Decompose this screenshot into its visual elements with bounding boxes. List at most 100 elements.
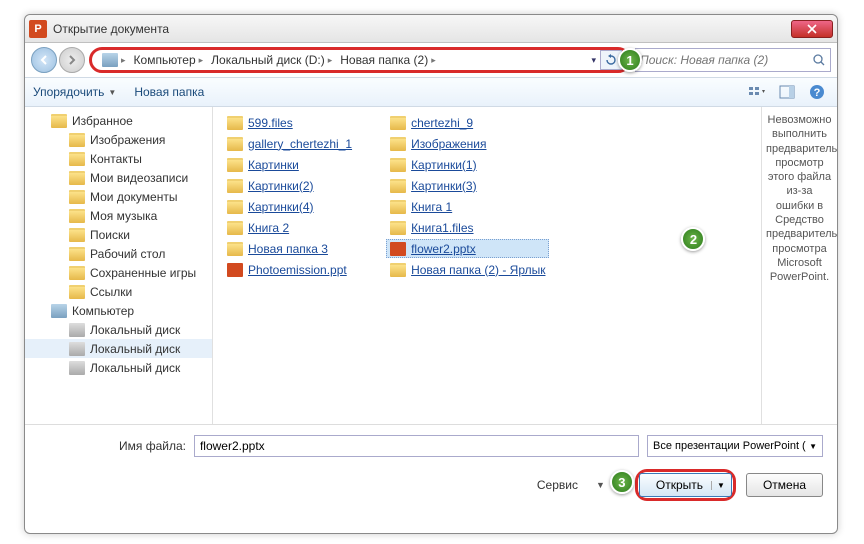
file-label: Картинки(4) — [248, 200, 314, 214]
chevron-down-icon: ▼ — [809, 442, 817, 451]
back-button[interactable] — [31, 47, 57, 73]
app-icon: P — [29, 20, 47, 38]
file-item[interactable]: Картинки(2) — [223, 176, 356, 195]
chevron-right-icon: ▸ — [121, 55, 126, 66]
folder-icon — [227, 242, 243, 256]
toolbar: Упорядочить ▼ Новая папка ? — [25, 77, 837, 107]
sidebar-item-label: Поиски — [90, 228, 130, 242]
breadcrumb-seg-1[interactable]: Локальный диск (D:)▸ — [207, 53, 336, 67]
filename-label: Имя файла: — [119, 439, 186, 453]
file-item[interactable]: gallery_chertezhi_1 — [223, 134, 356, 153]
file-label: Картинки(1) — [411, 158, 477, 172]
file-item[interactable]: chertezhi_9 — [386, 113, 549, 132]
folder-icon — [390, 137, 406, 151]
search-input[interactable] — [640, 53, 812, 67]
file-item[interactable]: Картинки — [223, 155, 356, 174]
shortcut-icon — [390, 263, 406, 277]
address-bar[interactable]: ▸ Компьютер▸ Локальный диск (D:)▸ Новая … — [89, 47, 631, 73]
new-folder-button[interactable]: Новая папка — [134, 85, 204, 99]
nav-buttons — [31, 47, 85, 73]
preview-pane-button[interactable] — [775, 81, 799, 103]
open-button[interactable]: Открыть ▼ — [639, 473, 732, 497]
chevron-down-icon: ▼ — [596, 480, 605, 490]
filetype-dropdown[interactable]: Все презентации PowerPoint ( ▼ — [647, 435, 823, 457]
folder-icon — [69, 133, 85, 147]
folder-icon — [390, 158, 406, 172]
sidebar-item[interactable]: Мои документы — [25, 187, 212, 206]
file-item[interactable]: Книга 1 — [386, 197, 549, 216]
folder-icon — [390, 179, 406, 193]
sidebar[interactable]: Избранное Изображения Контакты Мои видеозап… — [25, 107, 213, 424]
breadcrumb-seg-2[interactable]: Новая папка (2)▸ — [336, 53, 439, 67]
file-label: Photoemission.ppt — [248, 263, 347, 277]
folder-icon — [69, 171, 85, 185]
ppt-icon — [227, 263, 243, 277]
sidebar-item[interactable]: Ссылки — [25, 282, 212, 301]
file-label: Картинки(2) — [248, 179, 314, 193]
folder-icon — [69, 266, 85, 280]
titlebar: P Открытие документа — [25, 15, 837, 43]
file-item[interactable]: 599.files — [223, 113, 356, 132]
help-icon: ? — [809, 84, 825, 100]
organize-menu[interactable]: Упорядочить ▼ — [33, 85, 116, 99]
sidebar-item[interactable]: Избранное — [25, 111, 212, 130]
window-title: Открытие документа — [53, 22, 791, 36]
folder-icon — [69, 247, 85, 261]
file-item[interactable]: Новая папка (2) - Ярлык — [386, 260, 549, 279]
footer: Имя файла: Все презентации PowerPoint ( … — [25, 425, 837, 511]
file-label: Картинки(3) — [411, 179, 477, 193]
file-item[interactable]: flower2.pptx — [386, 239, 549, 258]
chevron-down-icon[interactable]: ▼ — [711, 481, 725, 490]
sidebar-item-label: Локальный диск — [90, 323, 180, 337]
file-item[interactable]: Книга1.files — [386, 218, 549, 237]
breadcrumb-seg-0[interactable]: Компьютер▸ — [130, 53, 208, 67]
sidebar-item[interactable]: Локальный диск — [25, 358, 212, 377]
service-label[interactable]: Сервис — [537, 478, 578, 492]
folder-icon — [69, 285, 85, 299]
file-label: Книга 2 — [248, 221, 289, 235]
sidebar-item[interactable]: Изображения — [25, 130, 212, 149]
file-list[interactable]: 599.files gallery_chertezhi_1 Картинки Карт… — [213, 107, 761, 424]
filename-input[interactable] — [194, 435, 639, 457]
file-item[interactable]: Картинки(3) — [386, 176, 549, 195]
help-button[interactable]: ? — [805, 81, 829, 103]
file-item[interactable]: Photoemission.ppt — [223, 260, 356, 279]
back-icon — [38, 54, 50, 66]
file-item[interactable]: Новая папка 3 — [223, 239, 356, 258]
file-item[interactable]: Изображения — [386, 134, 549, 153]
sidebar-item[interactable]: Поиски — [25, 225, 212, 244]
sidebar-item[interactable]: Сохраненные игры — [25, 263, 212, 282]
file-item[interactable]: Книга 2 — [223, 218, 356, 237]
sidebar-item-label: Мои документы — [90, 190, 177, 204]
folder-icon — [390, 221, 406, 235]
sidebar-item[interactable]: Локальный диск — [25, 339, 212, 358]
sidebar-item[interactable]: Рабочий стол — [25, 244, 212, 263]
forward-button[interactable] — [59, 47, 85, 73]
folder-icon — [69, 190, 85, 204]
sidebar-item-label: Изображения — [90, 133, 165, 147]
sidebar-item-label: Мои видеозаписи — [90, 171, 188, 185]
preview-icon — [779, 85, 795, 99]
breadcrumb-root-icon: ▸ — [98, 53, 130, 67]
sidebar-item-label: Рабочий стол — [90, 247, 165, 261]
pc-icon — [51, 304, 67, 318]
view-options-button[interactable] — [745, 81, 769, 103]
folder-icon — [69, 152, 85, 166]
annotation-badge-1: 1 — [618, 48, 642, 72]
sidebar-item[interactable]: Контакты — [25, 149, 212, 168]
refresh-icon — [605, 54, 617, 66]
close-button[interactable] — [791, 20, 833, 38]
file-item[interactable]: Картинки(4) — [223, 197, 356, 216]
sidebar-item-label: Моя музыка — [90, 209, 157, 223]
sidebar-item-label: Избранное — [72, 114, 133, 128]
annotation-badge-2: 2 — [681, 227, 705, 251]
sidebar-item[interactable]: Локальный диск — [25, 320, 212, 339]
file-item[interactable]: Картинки(1) — [386, 155, 549, 174]
sidebar-item[interactable]: Моя музыка — [25, 206, 212, 225]
search-box[interactable] — [635, 48, 831, 72]
sidebar-item[interactable]: Мои видеозаписи — [25, 168, 212, 187]
folder-icon — [227, 116, 243, 130]
cancel-button[interactable]: Отмена — [746, 473, 823, 497]
chevron-down-icon[interactable]: ▾ — [591, 55, 596, 66]
sidebar-item[interactable]: Компьютер — [25, 301, 212, 320]
